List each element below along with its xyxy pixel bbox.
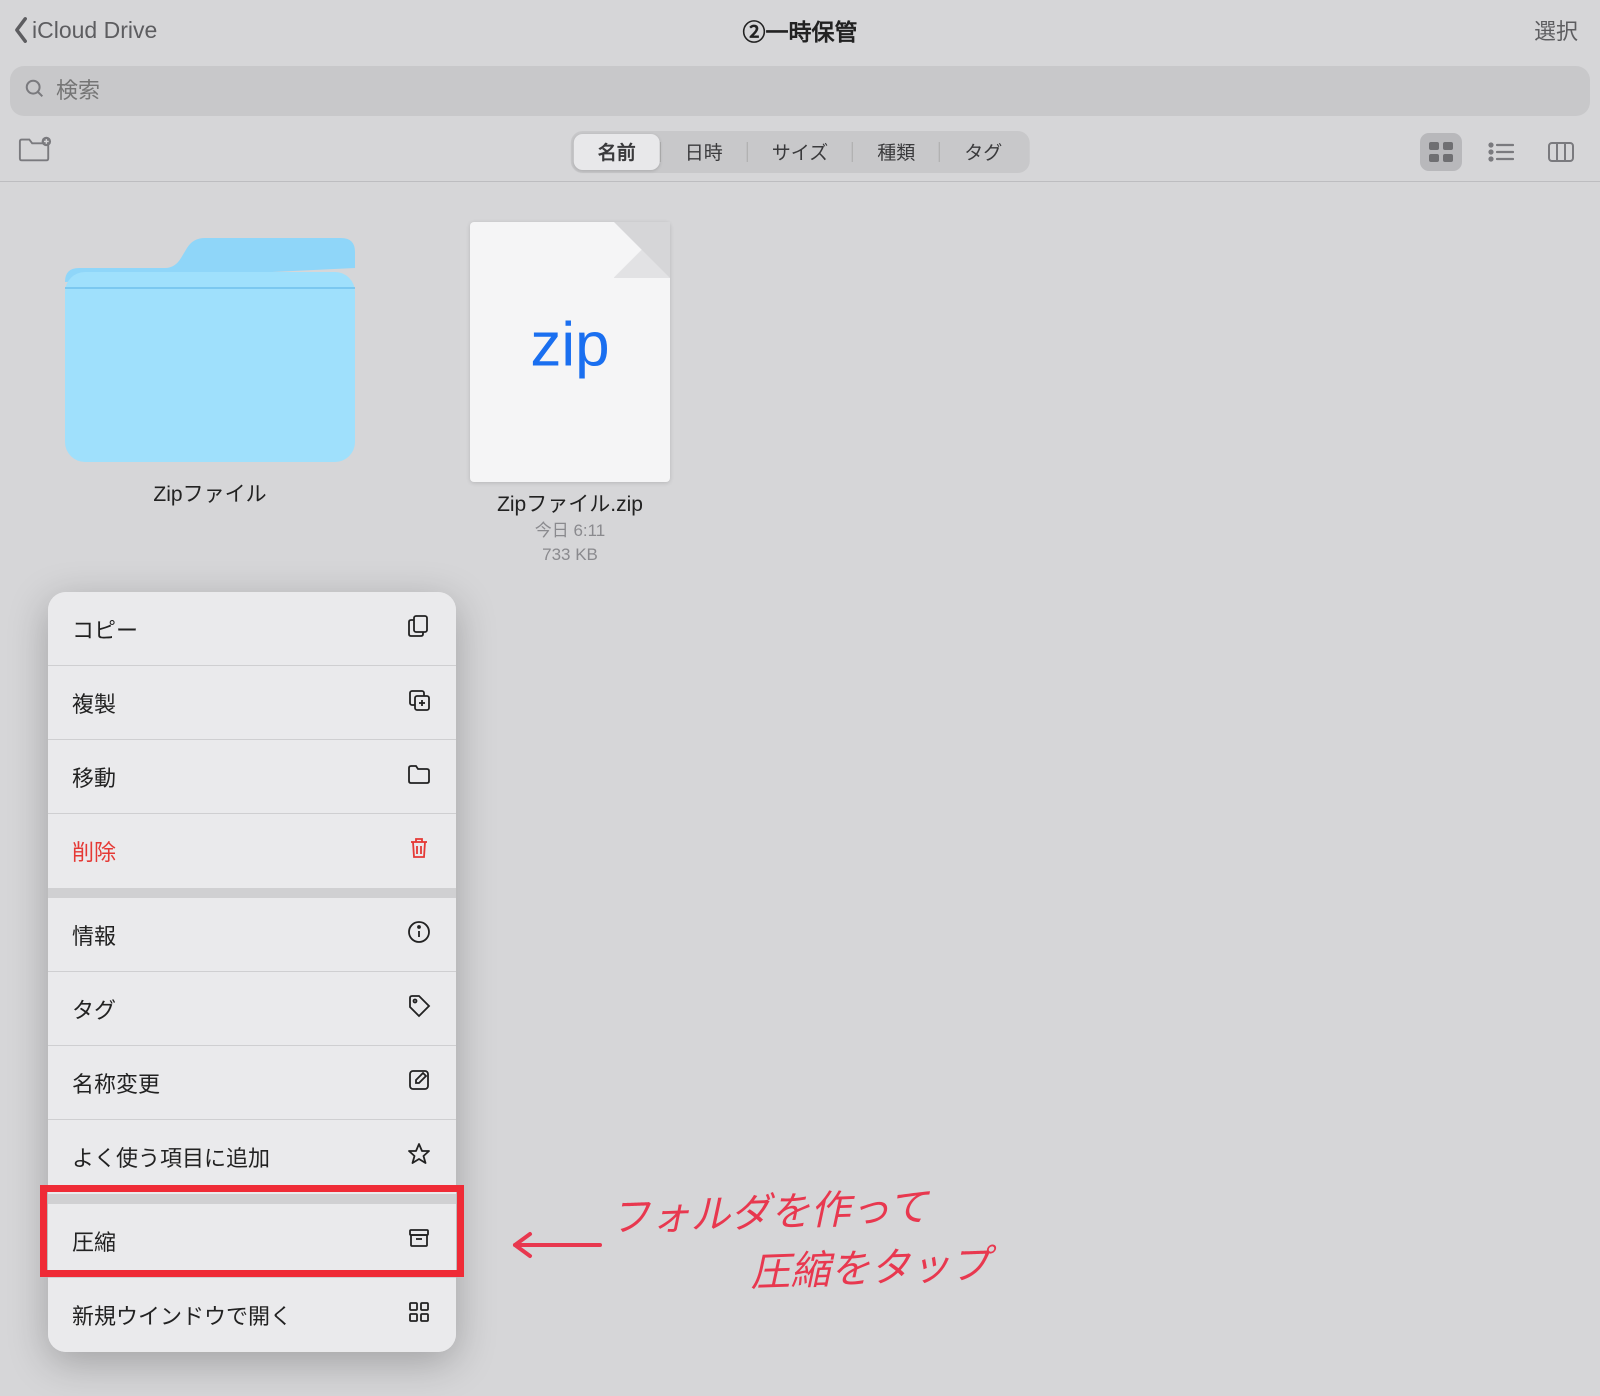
view-icon-grid[interactable] [1420,133,1462,171]
star-icon [406,1141,432,1173]
sort-date[interactable]: 日時 [661,134,747,170]
back-label: iCloud Drive [32,17,157,44]
menu-delete-label: 削除 [72,835,116,867]
menu-duplicate[interactable]: 複製 [48,666,456,740]
sort-kind[interactable]: 種類 [853,134,939,170]
chevron-left-icon [12,16,30,44]
grid-icon [406,1299,432,1331]
tag-icon [406,993,432,1025]
zip-glyph: zip [530,309,609,380]
menu-copy[interactable]: コピー [48,592,456,666]
sort-tag[interactable]: タグ [940,134,1026,170]
copy-icon [406,613,432,645]
rename-icon [406,1067,432,1099]
search-bar[interactable] [10,66,1590,116]
menu-info-label: 情報 [72,919,116,951]
menu-separator [48,1194,456,1204]
sort-segmented-control: 名前 日時 サイズ 種類 タグ [571,131,1030,173]
menu-rename[interactable]: 名称変更 [48,1046,456,1120]
menu-favorite-label: よく使う項目に追加 [72,1141,270,1173]
menu-new-window[interactable]: 新規ウインドウで開く [48,1278,456,1352]
select-button[interactable]: 選択 [1534,14,1588,46]
info-icon [406,919,432,951]
annotation-line2: 圧縮をタップ [749,1232,991,1298]
navigation-bar: iCloud Drive ②一時保管 選択 [0,0,1600,60]
menu-copy-label: コピー [72,613,138,645]
menu-info[interactable]: 情報 [48,898,456,972]
back-button[interactable]: iCloud Drive [12,16,157,44]
menu-delete[interactable]: 削除 [48,814,456,888]
menu-duplicate-label: 複製 [72,687,116,719]
document-icon: zip [470,222,670,482]
zip-file-item[interactable]: zip Zipファイル.zip 今日 6:11 733 KB [430,222,710,566]
zip-file-date: 今日 6:11 [535,520,606,542]
menu-move[interactable]: 移動 [48,740,456,814]
archive-icon [406,1225,432,1257]
menu-favorite[interactable]: よく使う項目に追加 [48,1120,456,1194]
search-bar-wrap [0,60,1600,122]
context-menu: コピー 複製 移動 削除 情報 タグ 名称変更 よく使う項目 [48,592,456,1352]
menu-new-window-label: 新規ウインドウで開く [72,1299,292,1331]
sort-name[interactable]: 名前 [574,134,660,170]
trash-icon [406,835,432,867]
page-title: ②一時保管 [743,13,858,47]
menu-move-label: 移動 [72,761,116,793]
menu-tag-label: タグ [72,993,116,1025]
menu-separator [48,888,456,898]
files-grid: Zipファイル zip Zipファイル.zip 今日 6:11 733 KB [0,182,1600,606]
folder-item[interactable]: Zipファイル [40,222,380,566]
folder-icon [406,761,432,793]
folder-icon [45,222,375,472]
view-list[interactable] [1480,133,1522,171]
view-columns[interactable] [1540,133,1582,171]
folder-label: Zipファイル [153,478,266,508]
arrow-icon [500,1220,610,1270]
handwritten-annotation: フォルダを作って 圧縮をタップ [500,1180,1150,1320]
menu-rename-label: 名称変更 [72,1067,160,1099]
annotation-line1: フォルダを作って [609,1174,929,1243]
new-folder-button[interactable] [18,135,52,168]
zip-file-size: 733 KB [542,544,598,566]
search-input[interactable] [56,78,1576,104]
toolbar: 名前 日時 サイズ 種類 タグ [0,122,1600,182]
zip-file-label: Zipファイル.zip [497,488,643,518]
search-icon [24,78,46,105]
menu-compress[interactable]: 圧縮 [48,1204,456,1278]
menu-tag[interactable]: タグ [48,972,456,1046]
duplicate-icon [406,687,432,719]
sort-size[interactable]: サイズ [748,134,852,170]
menu-compress-label: 圧縮 [72,1225,116,1257]
